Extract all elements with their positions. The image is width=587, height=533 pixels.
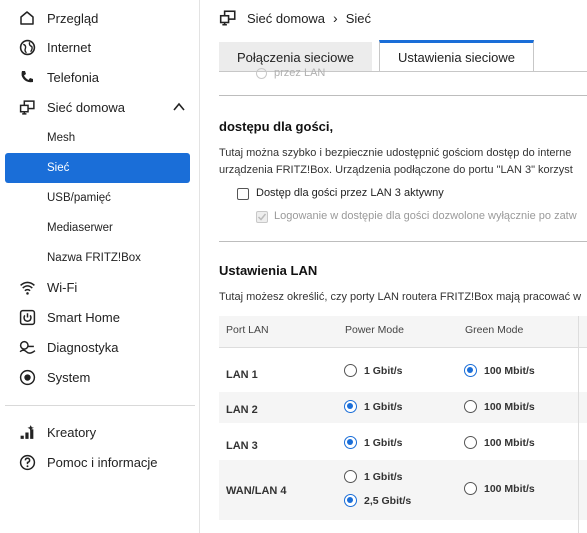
sidebar-item-przeglad[interactable]: Przegląd: [0, 8, 195, 28]
sidebar-item-label: Internet: [47, 39, 92, 55]
guest-description-line1: Tutaj można szybko i bezpiecznie udostęp…: [219, 147, 572, 159]
table-row: WAN/LAN 4 1 Gbit/s 2,5 Gbit/s 100 Mbit/s: [219, 460, 587, 520]
help-icon: [18, 453, 36, 471]
guest-section-title: dostępu dla gości,: [219, 119, 334, 134]
system-icon: [18, 368, 36, 386]
section-divider: [219, 241, 587, 242]
guest-lan-checkbox-label: Dostęp dla gości przez LAN 3 aktywny: [256, 187, 444, 199]
guest-login-checkbox[interactable]: [256, 211, 268, 223]
sidebar-item-diagnostyka[interactable]: Diagnostyka: [0, 337, 195, 357]
sidebar-item-label: Sieć domowa: [47, 99, 126, 115]
chevron-up-icon[interactable]: [172, 100, 186, 114]
smart-home-icon: [18, 308, 36, 326]
table-border: [578, 316, 579, 533]
lan-settings-table: Port LAN Power Mode Green Mode LAN 1 1 G…: [219, 316, 587, 533]
green-mode-label: 100 Mbit/s: [484, 365, 535, 377]
sidebar-item-label: Kreatory: [47, 424, 97, 440]
guest-description-line2: urządzenia FRITZ!Box. Urządzenia podłącz…: [219, 164, 573, 176]
green-mode-radio[interactable]: [464, 364, 477, 377]
phone-icon: [18, 68, 36, 86]
wizard-icon: [18, 423, 36, 441]
power-mode-label-2: 2,5 Gbit/s: [364, 495, 412, 507]
sidebar-item-pomoc[interactable]: Pomoc i informacje: [0, 452, 195, 472]
port-name: LAN 3: [226, 440, 258, 452]
sidebar-item-label: Telefonia: [47, 69, 100, 85]
sidebar-item-label: Przegląd: [47, 10, 99, 26]
sidebar-item-wifi[interactable]: Wi-Fi: [0, 277, 195, 297]
table-row: LAN 1 1 Gbit/s 100 Mbit/s: [219, 348, 587, 392]
tab-ustawienia-sieciowe[interactable]: Ustawienia sieciowe: [379, 40, 534, 72]
power-mode-radio[interactable]: [344, 364, 357, 377]
green-mode-radio[interactable]: [464, 400, 477, 413]
cut-off-radio: [256, 68, 267, 79]
sidebar-item-system[interactable]: System: [0, 367, 195, 387]
sidebar-subitem-mediaserwer[interactable]: Mediaserwer: [5, 213, 190, 243]
column-header-green: Green Mode: [465, 324, 524, 336]
guest-login-checkbox-label: Logowanie w dostępie dla gości dozwolone…: [274, 210, 577, 222]
globe-icon: [18, 38, 36, 56]
power-mode-label: 1 Gbit/s: [364, 365, 403, 377]
tab-label: Ustawienia sieciowe: [397, 50, 516, 65]
lan-section-title: Ustawienia LAN: [219, 263, 318, 278]
sidebar-subitem-label: Mesh: [47, 132, 76, 144]
power-mode-label: 1 Gbit/s: [364, 401, 403, 413]
sidebar-item-smart-home[interactable]: Smart Home: [0, 307, 195, 327]
cut-off-label: przez LAN: [274, 67, 326, 79]
network-icon: [219, 10, 236, 26]
sidebar-subitem-siec[interactable]: Sieć: [5, 153, 190, 183]
green-mode-label: 100 Mbit/s: [484, 401, 535, 413]
diagnostics-icon: [18, 338, 36, 356]
port-name: LAN 1: [226, 369, 258, 381]
power-mode-radio[interactable]: [344, 400, 357, 413]
home-icon: [18, 9, 36, 27]
sidebar-subitem-mesh[interactable]: Mesh: [5, 123, 190, 153]
column-header-port: Port LAN: [226, 324, 269, 336]
breadcrumb-current: Sieć: [345, 10, 372, 26]
lan-description: Tutaj możesz określić, czy porty LAN rou…: [219, 291, 582, 303]
power-mode-label: 1 Gbit/s: [364, 471, 403, 483]
sidebar-item-label: Pomoc i informacje: [47, 454, 158, 470]
sidebar-item-internet[interactable]: Internet: [0, 37, 195, 57]
green-mode-label: 100 Mbit/s: [484, 437, 535, 449]
check-icon: [257, 213, 267, 221]
breadcrumb-parent[interactable]: Sieć domowa: [247, 11, 325, 26]
sidebar-subitem-label: Nazwa FRITZ!Box: [47, 252, 141, 264]
sidebar-item-label: System: [47, 369, 91, 385]
green-mode-radio[interactable]: [464, 436, 477, 449]
sidebar-item-kreatory[interactable]: Kreatory: [0, 422, 195, 442]
green-mode-label: 100 Mbit/s: [484, 483, 535, 495]
power-mode-radio[interactable]: [344, 436, 357, 449]
green-mode-radio[interactable]: [464, 482, 477, 495]
power-mode-radio[interactable]: [344, 470, 357, 483]
breadcrumb: Sieć domowa › Sieć: [219, 8, 371, 28]
port-name: WAN/LAN 4: [226, 485, 287, 497]
sidebar: Przegląd Internet Telefonia Sieć domowa …: [0, 0, 200, 533]
sidebar-item-label: Diagnostyka: [47, 339, 119, 355]
sidebar-divider: [5, 405, 195, 406]
sidebar-item-label: Wi-Fi: [47, 279, 78, 295]
sidebar-item-telefonia[interactable]: Telefonia: [0, 67, 195, 87]
table-row: LAN 2 1 Gbit/s 100 Mbit/s: [219, 392, 587, 423]
table-header: Port LAN Power Mode Green Mode: [219, 316, 587, 348]
wifi-icon: [18, 278, 36, 296]
column-header-power: Power Mode: [345, 324, 404, 336]
sidebar-subitem-label: Mediaserwer: [47, 222, 113, 234]
sidebar-subitem-label: USB/pamięć: [47, 192, 111, 204]
sidebar-subitem-usb[interactable]: USB/pamięć: [5, 183, 190, 213]
sidebar-item-siec-domowa[interactable]: Sieć domowa: [0, 97, 195, 117]
sidebar-item-label: Smart Home: [47, 309, 120, 325]
table-row: LAN 3 1 Gbit/s 100 Mbit/s: [219, 423, 587, 460]
sidebar-subitem-label: Sieć: [47, 162, 70, 174]
breadcrumb-separator: ›: [333, 10, 338, 26]
guest-lan-checkbox[interactable]: [237, 188, 249, 200]
power-mode-radio-2[interactable]: [344, 494, 357, 507]
section-divider: [219, 95, 587, 96]
power-mode-label: 1 Gbit/s: [364, 437, 403, 449]
tab-label: Połączenia sieciowe: [236, 49, 355, 65]
network-icon: [18, 98, 36, 116]
port-name: LAN 2: [226, 404, 258, 416]
sidebar-subitem-nazwa-fritzbox[interactable]: Nazwa FRITZ!Box: [5, 243, 190, 273]
